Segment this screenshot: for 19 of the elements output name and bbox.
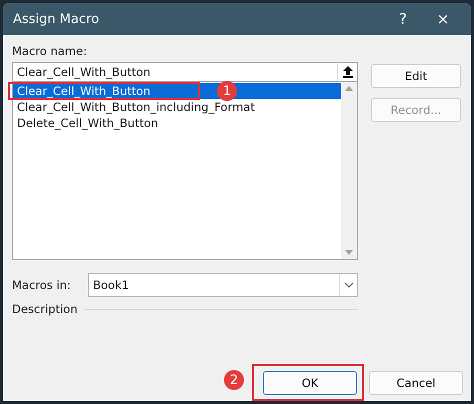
cancel-button[interactable]: Cancel (369, 371, 463, 395)
macro-name-field[interactable]: Clear_Cell_With_Button (12, 62, 337, 82)
scroll-down-icon[interactable] (345, 250, 353, 255)
help-button[interactable]: ? (383, 5, 423, 33)
macro-name-label: Macro name: (12, 44, 88, 58)
upload-arrow-icon (342, 66, 352, 78)
macros-in-dropdown[interactable]: Book1 (88, 273, 358, 297)
window-title: Assign Macro (13, 12, 100, 26)
macros-in-label: Macros in: (12, 278, 71, 292)
scroll-up-icon[interactable] (345, 86, 353, 91)
close-button[interactable]: × (423, 5, 463, 33)
scrollbar[interactable] (341, 82, 357, 259)
macro-item[interactable]: Delete_Cell_With_Button (13, 115, 341, 131)
macro-item[interactable]: Clear_Cell_With_Button_including_Format (13, 99, 341, 115)
side-button[interactable]: Edit (371, 64, 461, 88)
step-marker: 2 (224, 370, 244, 390)
ok-button[interactable]: OK (263, 371, 357, 395)
description-label: Description (12, 302, 78, 316)
collapse-button[interactable] (337, 62, 358, 82)
